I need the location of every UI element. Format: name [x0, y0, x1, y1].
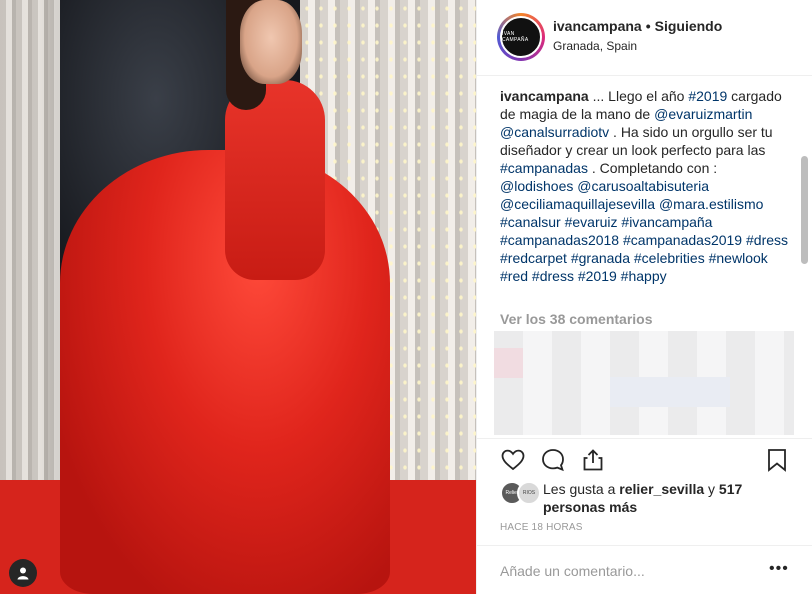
hashtag-link[interactable]: #redcarpet — [500, 250, 567, 266]
post-header: IVAN CAMPAÑA ivancampana • Siguiendo Grana… — [477, 0, 812, 76]
avatar-label: IVAN CAMPAÑA — [502, 31, 529, 43]
hashtag-link[interactable]: #granada — [571, 250, 630, 266]
caption-text: . Completando con : — [587, 160, 718, 176]
hashtag-link[interactable]: #dress — [532, 268, 574, 284]
hashtag-link[interactable]: #happy — [621, 268, 667, 284]
user-tag-icon[interactable] — [9, 559, 37, 587]
hashtag-link[interactable]: #2019 — [578, 268, 617, 284]
photo-head — [240, 0, 302, 84]
hashtag-link[interactable]: #red — [500, 268, 528, 284]
view-all-comments-link[interactable]: Ver los 38 comentarios — [500, 311, 653, 327]
likes-middle: y — [704, 481, 719, 497]
hashtag-link[interactable]: #campanadas2019 — [623, 232, 742, 248]
post-timestamp[interactable]: HACE 18 HORAS — [500, 522, 583, 533]
bookmark-icon[interactable] — [764, 447, 790, 473]
comments-area[interactable]: ivancampana ... Llego el año #2019 carga… — [477, 76, 812, 438]
share-icon[interactable] — [580, 447, 606, 473]
liker-avatar-2-label: RIOS — [522, 490, 536, 496]
caption-username[interactable]: ivancampana — [500, 88, 589, 104]
hashtag-link[interactable]: #campanadas2018 — [500, 232, 619, 248]
mention-link[interactable]: @lodishoes — [500, 178, 573, 194]
avatar[interactable]: IVAN CAMPAÑA — [500, 16, 542, 58]
following-button[interactable]: Siguiendo — [655, 18, 723, 34]
likes-text: Les gusta a relier_sevilla y 517 persona… — [543, 480, 783, 516]
add-comment-bar: Añade un comentario... ••• — [477, 545, 812, 595]
hashtag-link[interactable]: #celebrities — [634, 250, 705, 266]
scrollbar[interactable] — [801, 156, 808, 264]
separator-dot: • — [645, 18, 651, 34]
mention-link[interactable]: @carusoaltabisuteria — [577, 178, 709, 194]
hashtag-link[interactable]: #campanadas — [500, 160, 588, 176]
hashtag-link[interactable]: #2019 — [688, 88, 727, 104]
post-panel: IVAN CAMPAÑA ivancampana • Siguiendo Grana… — [476, 0, 812, 594]
mention-link[interactable]: @evaruizmartin — [654, 106, 752, 122]
photo-torso — [225, 80, 325, 280]
more-options-icon[interactable]: ••• — [769, 560, 789, 578]
action-bar — [477, 438, 812, 481]
username-link[interactable]: ivancampana — [553, 18, 642, 34]
caption-text: ... Llego el año — [588, 88, 689, 104]
heart-icon[interactable] — [500, 447, 526, 473]
location-link[interactable]: Granada, Spain — [553, 39, 637, 53]
comment-input[interactable]: Añade un comentario... — [500, 563, 645, 579]
hashtag-link[interactable]: #evaruiz — [565, 214, 618, 230]
hashtag-link[interactable]: #canalsur — [500, 214, 561, 230]
mention-link[interactable]: @ceciliamaquillajesevilla — [500, 196, 655, 212]
hashtag-link[interactable]: #newlook — [709, 250, 768, 266]
post-photo[interactable] — [0, 0, 476, 594]
hashtag-link[interactable]: #dress — [746, 232, 788, 248]
mention-link[interactable]: @canalsurradiotv — [500, 124, 609, 140]
caption-body: ... Llego el año #2019 cargado de magia … — [500, 88, 788, 284]
mention-link[interactable]: @mara.estilismo — [659, 196, 763, 212]
likes-prefix: Les gusta a — [543, 481, 620, 497]
caption: ivancampana ... Llego el año #2019 carga… — [500, 87, 790, 285]
blurred-comments — [494, 331, 794, 435]
story-ring[interactable]: IVAN CAMPAÑA — [497, 13, 545, 61]
comment-icon[interactable] — [540, 447, 566, 473]
header-user-line: ivancampana • Siguiendo — [553, 18, 722, 34]
likes-row: Relier RIOS Les gusta a relier_sevilla y… — [500, 479, 800, 519]
hashtag-link[interactable]: #ivancampaña — [621, 214, 712, 230]
liker-username[interactable]: relier_sevilla — [619, 481, 704, 497]
liker-avatar-2[interactable]: RIOS — [517, 481, 541, 505]
